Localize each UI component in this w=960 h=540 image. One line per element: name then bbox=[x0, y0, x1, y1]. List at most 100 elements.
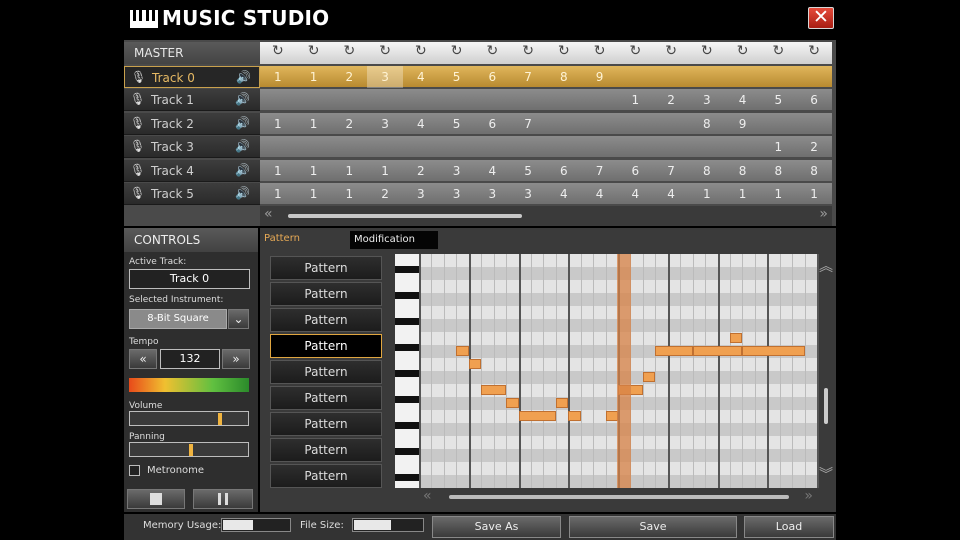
pattern-cell[interactable]: 3 bbox=[403, 183, 439, 205]
chevron-down-icon[interactable]: ⌄ bbox=[228, 309, 249, 329]
track-lane[interactable]: 12 bbox=[260, 136, 832, 159]
pattern-cell[interactable]: 1 bbox=[689, 183, 725, 205]
pattern-cell[interactable]: 8 bbox=[725, 160, 761, 182]
pattern-cell[interactable]: 1 bbox=[725, 183, 761, 205]
pattern-cell[interactable] bbox=[332, 89, 368, 111]
pattern-cell[interactable]: 5 bbox=[439, 66, 475, 88]
speaker-icon[interactable]: 🔊 bbox=[235, 139, 250, 153]
speaker-icon[interactable]: 🔊 bbox=[235, 116, 250, 130]
pattern-cell[interactable]: 4 bbox=[403, 113, 439, 135]
pattern-button[interactable]: Pattern bbox=[270, 412, 382, 436]
pattern-cell[interactable]: 1 bbox=[260, 183, 296, 205]
pattern-cell[interactable]: 8 bbox=[761, 160, 797, 182]
speaker-icon[interactable]: 🔊 bbox=[235, 92, 250, 106]
microphone-icon[interactable]: 🎙 bbox=[130, 116, 145, 130]
pattern-cell[interactable]: 6 bbox=[475, 66, 511, 88]
speaker-icon[interactable]: 🔊 bbox=[236, 70, 251, 84]
tempo-increase-button[interactable]: » bbox=[222, 349, 250, 369]
pattern-cell[interactable] bbox=[475, 136, 511, 158]
microphone-icon[interactable]: 🎙 bbox=[131, 70, 146, 84]
pattern-cell[interactable]: 6 bbox=[546, 160, 582, 182]
piano-black-key[interactable] bbox=[395, 448, 419, 455]
pattern-cell[interactable]: 2 bbox=[403, 160, 439, 182]
pattern-cell[interactable]: 1 bbox=[260, 113, 296, 135]
pattern-cell[interactable] bbox=[653, 113, 689, 135]
speaker-icon[interactable]: 🔊 bbox=[235, 186, 250, 200]
grid-vscroll-thumb[interactable] bbox=[824, 388, 828, 424]
pattern-cell[interactable] bbox=[296, 89, 332, 111]
pattern-cell[interactable] bbox=[725, 66, 761, 88]
instrument-select[interactable]: 8-Bit Square bbox=[129, 309, 227, 329]
pause-button[interactable] bbox=[193, 489, 253, 509]
pattern-cell[interactable] bbox=[653, 66, 689, 88]
note[interactable] bbox=[729, 333, 743, 343]
pattern-cell[interactable]: 4 bbox=[475, 160, 511, 182]
loop-toggle-icon[interactable]: ↻ bbox=[332, 43, 368, 59]
save-as-button[interactable]: Save As bbox=[432, 516, 561, 538]
track-lane[interactable]: 1123456789 bbox=[260, 66, 832, 88]
pattern-cell[interactable]: 8 bbox=[546, 66, 582, 88]
piano-keyboard[interactable] bbox=[395, 254, 419, 488]
pattern-cell[interactable]: 1 bbox=[296, 183, 332, 205]
panning-knob[interactable] bbox=[189, 444, 194, 456]
note[interactable] bbox=[555, 398, 569, 408]
pattern-cell[interactable]: 5 bbox=[510, 160, 546, 182]
microphone-icon[interactable]: 🎙 bbox=[130, 139, 145, 153]
pattern-cell[interactable] bbox=[618, 136, 654, 158]
pattern-cell[interactable]: 2 bbox=[332, 66, 368, 88]
loop-toggle-icon[interactable]: ↻ bbox=[439, 43, 475, 59]
note[interactable] bbox=[518, 411, 556, 421]
pattern-cell[interactable]: 1 bbox=[260, 66, 296, 88]
scroll-up-icon[interactable]: ︽ bbox=[819, 256, 833, 276]
loop-toggle-icon[interactable]: ↻ bbox=[582, 43, 618, 59]
pattern-button[interactable]: Pattern bbox=[270, 464, 382, 488]
arranger-scroll-thumb[interactable] bbox=[288, 214, 522, 218]
pattern-cell[interactable]: 9 bbox=[582, 66, 618, 88]
volume-slider[interactable] bbox=[129, 411, 249, 426]
pattern-button[interactable]: Pattern bbox=[270, 386, 382, 410]
piano-black-key[interactable] bbox=[395, 318, 419, 325]
pattern-cell[interactable]: 1 bbox=[761, 183, 797, 205]
loop-toggle-icon[interactable]: ↻ bbox=[475, 43, 511, 59]
pattern-cell[interactable]: 4 bbox=[546, 183, 582, 205]
scroll-right-icon[interactable]: » bbox=[804, 488, 813, 504]
pattern-cell[interactable]: 1 bbox=[761, 136, 797, 158]
track-header[interactable]: 🎙 Track 4 🔊 bbox=[124, 159, 260, 182]
pattern-cell[interactable]: 7 bbox=[582, 160, 618, 182]
pattern-cell[interactable] bbox=[796, 113, 832, 135]
save-button[interactable]: Save bbox=[569, 516, 737, 538]
pattern-cell[interactable] bbox=[653, 136, 689, 158]
note[interactable] bbox=[742, 346, 805, 356]
pattern-cell[interactable]: 6 bbox=[475, 113, 511, 135]
pattern-cell[interactable]: 3 bbox=[475, 183, 511, 205]
track-header[interactable]: 🎙 Track 0 🔊 bbox=[124, 66, 260, 88]
pattern-cell[interactable]: 1 bbox=[367, 160, 403, 182]
pattern-cell[interactable]: 7 bbox=[653, 160, 689, 182]
piano-black-key[interactable] bbox=[395, 266, 419, 273]
tab-pattern[interactable]: Pattern bbox=[264, 233, 300, 244]
pattern-button[interactable]: Pattern bbox=[270, 360, 382, 384]
track-header[interactable]: 🎙 Track 1 🔊 bbox=[124, 89, 260, 112]
pattern-cell[interactable] bbox=[582, 113, 618, 135]
pattern-cell[interactable] bbox=[439, 136, 475, 158]
pattern-cell[interactable]: 4 bbox=[725, 89, 761, 111]
pattern-cell[interactable] bbox=[618, 66, 654, 88]
microphone-icon[interactable]: 🎙 bbox=[130, 186, 145, 200]
panning-slider[interactable] bbox=[129, 442, 249, 457]
pattern-cell[interactable]: 1 bbox=[332, 160, 368, 182]
scroll-left-icon[interactable]: « bbox=[423, 488, 432, 504]
note[interactable] bbox=[568, 411, 581, 421]
tab-modification[interactable]: Modification bbox=[350, 231, 438, 249]
pattern-cell[interactable]: 4 bbox=[403, 66, 439, 88]
pattern-cell[interactable]: 4 bbox=[618, 183, 654, 205]
pattern-cell[interactable] bbox=[761, 113, 797, 135]
grid-horizontal-scrollbar[interactable]: « » bbox=[419, 488, 817, 506]
pattern-cell[interactable]: 3 bbox=[367, 113, 403, 135]
pattern-cell[interactable]: 1 bbox=[296, 160, 332, 182]
track-lane[interactable]: 1112333344441111 bbox=[260, 183, 832, 205]
pattern-cell[interactable] bbox=[403, 89, 439, 111]
pattern-cell[interactable]: 2 bbox=[367, 183, 403, 205]
pattern-cell[interactable] bbox=[332, 136, 368, 158]
pattern-cell[interactable] bbox=[582, 136, 618, 158]
pattern-cell[interactable]: 1 bbox=[796, 183, 832, 205]
